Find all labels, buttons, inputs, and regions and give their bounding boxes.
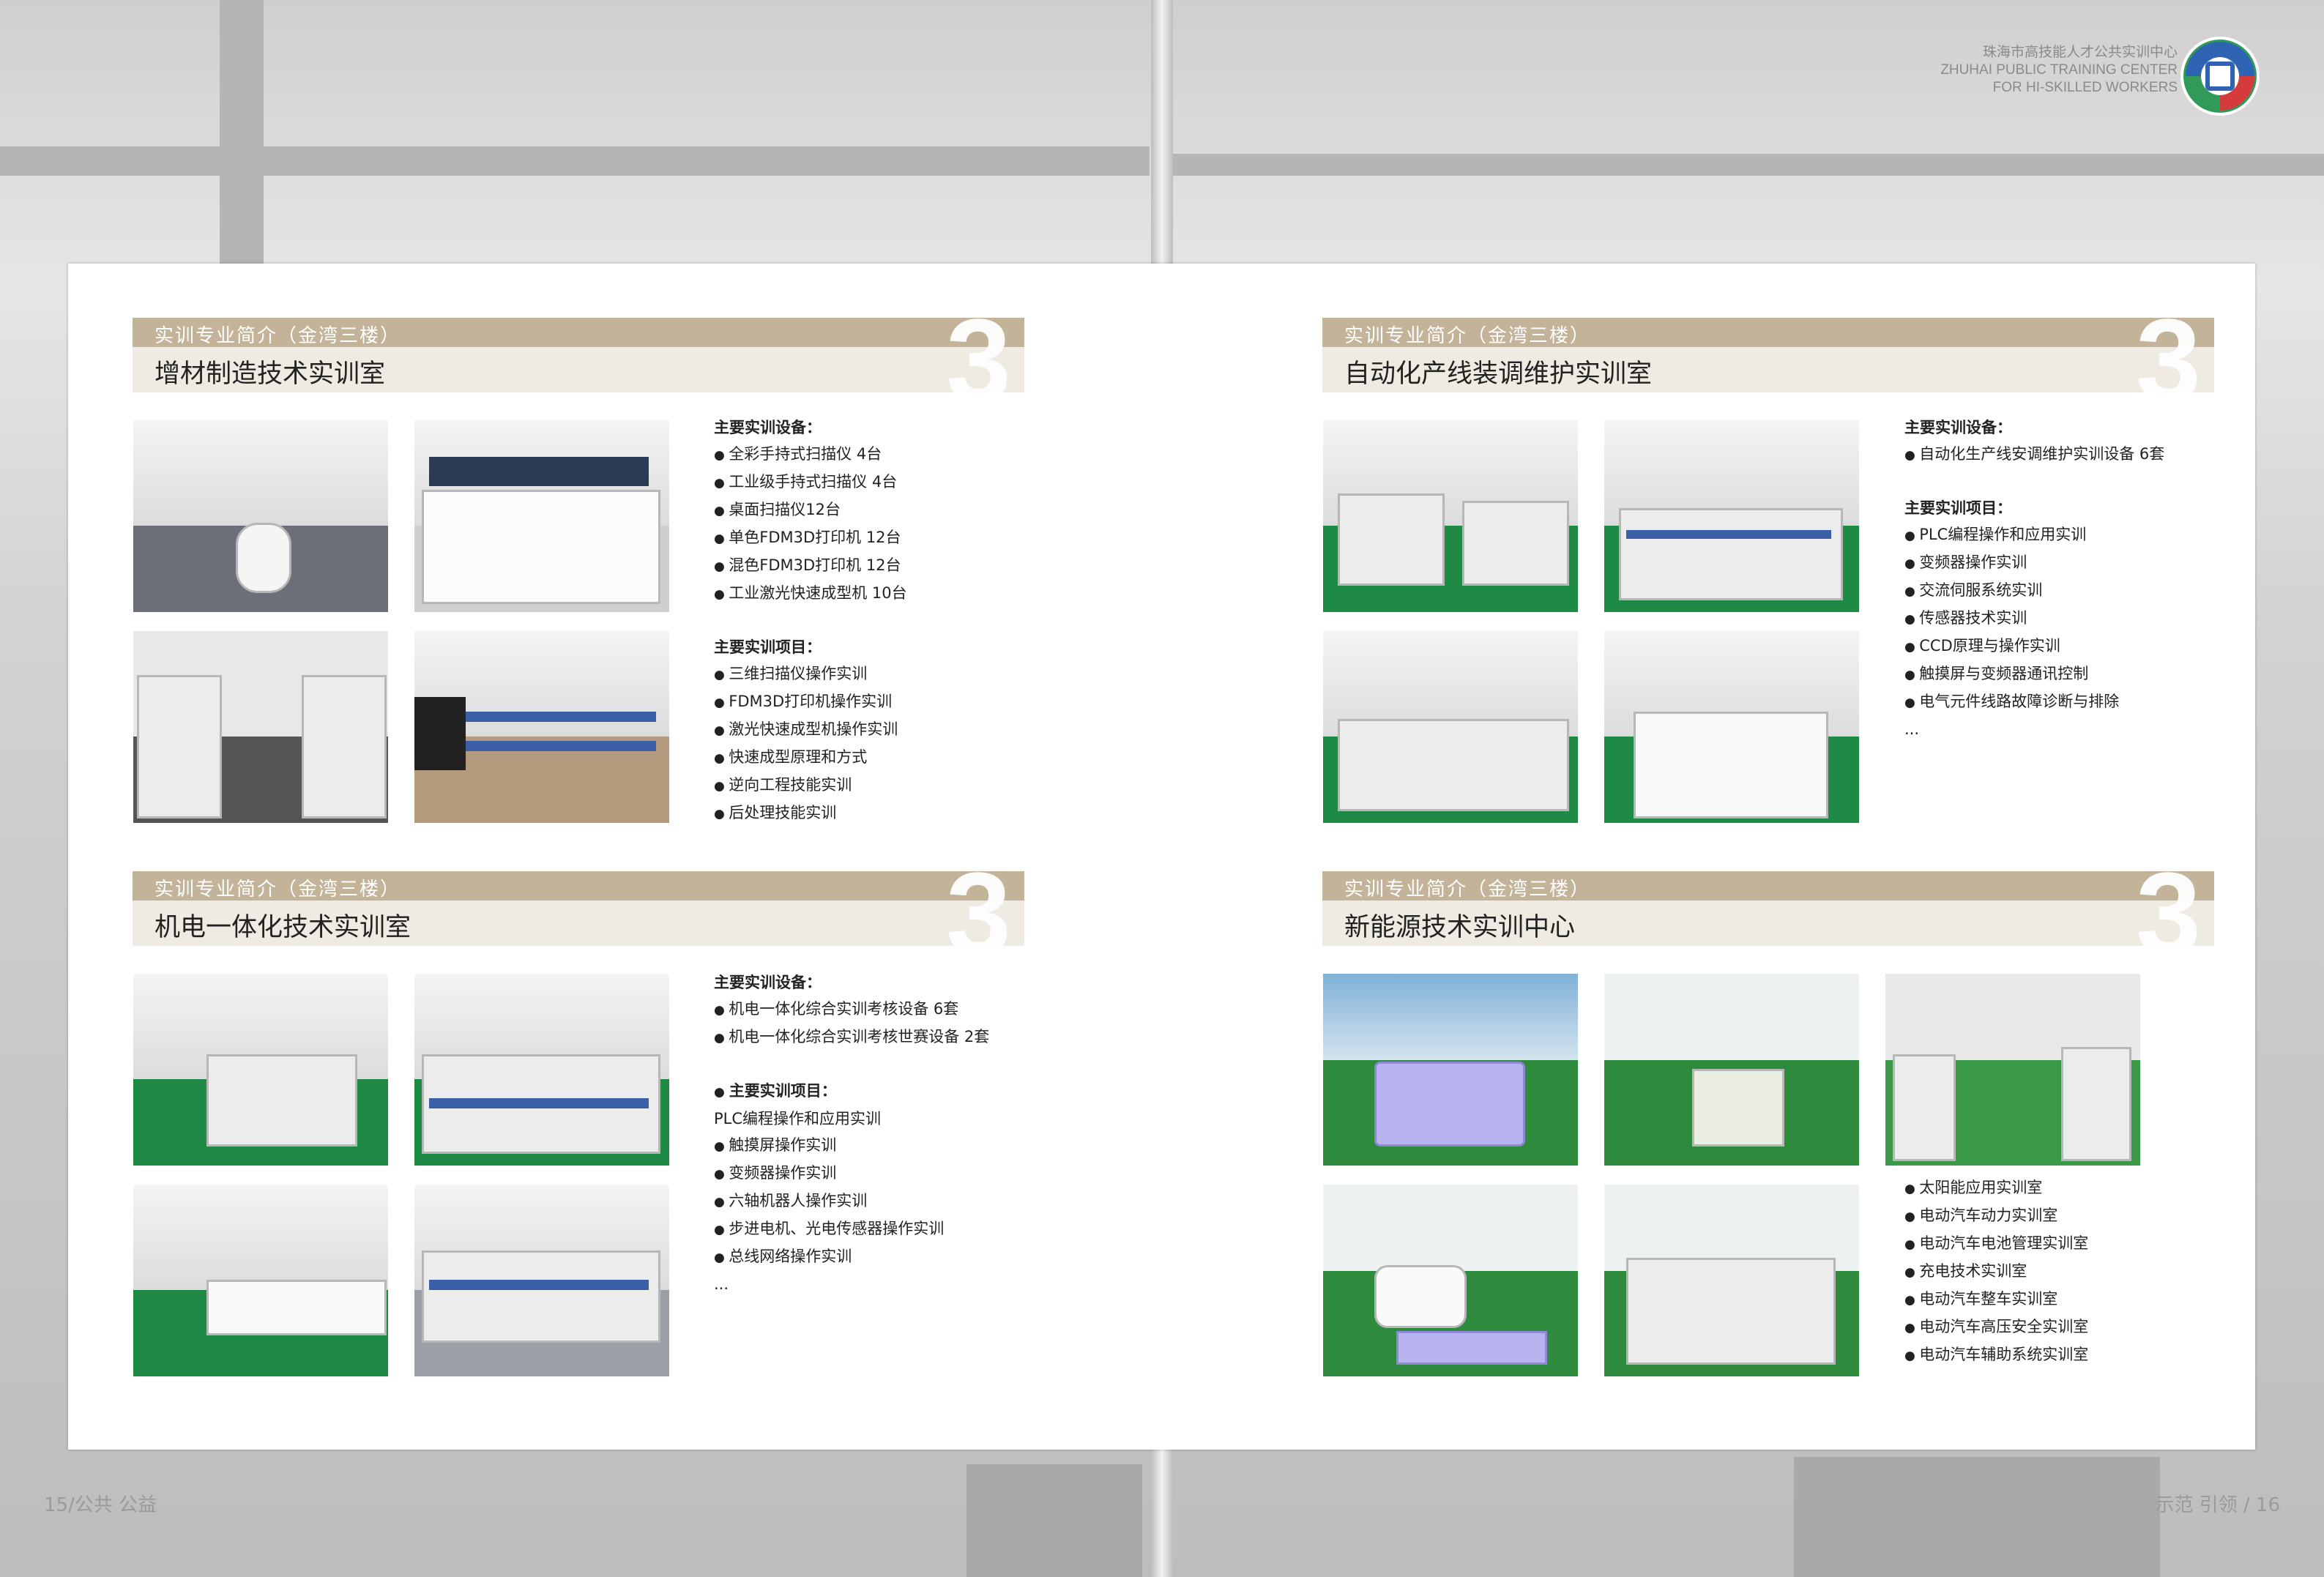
- bench: [1794, 1457, 2160, 1577]
- photo-automation-4: [1604, 631, 1859, 823]
- org-name: 珠海市高技能人才公共实训中心 ZHUHAI PUBLIC TRAINING CE…: [1940, 44, 2178, 97]
- section-number: 3: [2136, 318, 2201, 392]
- photo-new-energy-3: [1885, 974, 2140, 1166]
- list-heading: 主要实训项目：: [1904, 499, 2012, 517]
- section-banner: 实训专业简介（金湾三楼） 增材制造技术实训室 3: [133, 318, 1024, 392]
- section-subtitle: 实训专业简介（金湾三楼）: [154, 325, 401, 347]
- list-item: 电动汽车高压安全实训室: [1904, 1313, 2088, 1341]
- list-item: 六轴机器人操作实训: [714, 1188, 989, 1215]
- list-item: 交流伺服系统实训: [1904, 577, 2164, 605]
- list-heading: 主要实训项目：: [714, 1078, 989, 1106]
- section-banner: 实训专业简介（金湾三楼） 自动化产线装调维护实训室 3: [1322, 318, 2214, 392]
- list-heading: 主要实训设备：: [714, 974, 822, 991]
- section-title: 增材制造技术实训室: [154, 359, 386, 389]
- photo-showroom: [133, 420, 388, 612]
- photo-mechatronics-3: [133, 1185, 388, 1376]
- list-item: 充电技术实训室: [1904, 1258, 2088, 1286]
- list-item: 电气元件线路故障诊断与排除: [1904, 688, 2164, 716]
- photo-mechatronics-4: [414, 1185, 669, 1376]
- list-item: CCD原理与操作实训: [1904, 633, 2164, 660]
- text-additive: 主要实训设备： 全彩手持式扫描仪 4台工业级手持式扫描仪 4台桌面扫描仪12台单色…: [714, 414, 907, 827]
- list-item: 自动化生产线安调维护实训设备 6套: [1904, 441, 2164, 469]
- photo-mechatronics-1: [133, 974, 388, 1166]
- ceiling-beam: [0, 146, 1150, 176]
- list-item: 工业级手持式扫描仪 4台: [714, 469, 907, 496]
- photo-new-energy-4: [1323, 1185, 1578, 1376]
- section-title: 自动化产线装调维护实训室: [1344, 359, 1653, 389]
- ceiling-pipe: [220, 0, 264, 264]
- org-name-en-2: FOR HI-SKILLED WORKERS: [1992, 80, 2178, 95]
- org-name-cn: 珠海市高技能人才公共实训中心: [1982, 45, 2178, 60]
- list-item: 电动汽车辅助系统实训室: [1904, 1341, 2088, 1369]
- section-subtitle: 实训专业简介（金湾三楼）: [1344, 325, 1591, 347]
- list-item: 工业激光快速成型机 10台: [714, 580, 906, 608]
- list-item: 太阳能应用实训室: [1904, 1174, 2088, 1202]
- logo-icon: [2180, 37, 2260, 116]
- photo-automation-3: [1323, 631, 1578, 823]
- photo-new-energy-2: [1604, 974, 1859, 1166]
- list-item: 快速成型原理和方式: [714, 744, 907, 772]
- org-name-en-1: ZHUHAI PUBLIC TRAINING CENTER: [1940, 62, 2178, 78]
- list-item: ...: [1904, 720, 1920, 738]
- footer-right: 示范 引领 / 16: [2155, 1494, 2280, 1516]
- list-heading: 主要实训项目：: [714, 638, 822, 656]
- list-heading: 主要实训设备：: [1904, 419, 2012, 436]
- list-item: 激光快速成型机操作实训: [714, 716, 907, 744]
- section-banner: 实训专业简介（金湾三楼） 机电一体化技术实训室 3: [133, 871, 1024, 946]
- list-item: 变频器操作实训: [714, 1160, 989, 1188]
- bench: [967, 1464, 1142, 1577]
- list-item: 电动汽车动力实训室: [1904, 1202, 2088, 1230]
- photo-new-energy-1: [1323, 974, 1578, 1166]
- list-item: 后处理技能实训: [714, 799, 907, 827]
- list-item: 机电一体化综合实训考核设备 6套: [714, 996, 989, 1024]
- list-item: 单色FDM3D打印机 12台: [714, 524, 907, 552]
- list-item: PLC编程操作和应用实训: [714, 1110, 882, 1127]
- text-new-energy: 太阳能应用实训室电动汽车动力实训室电动汽车电池管理实训室充电技术实训室电动汽车整…: [1904, 1174, 2088, 1369]
- photo-automation-1: [1323, 420, 1578, 612]
- content-panel: 实训专业简介（金湾三楼） 增材制造技术实训室 3 主要实训设备： 全彩手持式扫描仪…: [68, 264, 2255, 1450]
- list-item: 触摸屏与变频器通讯控制: [1904, 660, 2164, 688]
- list-item: 变频器操作实训: [1904, 549, 2164, 577]
- section-subtitle: 实训专业简介（金湾三楼）: [154, 879, 401, 901]
- list-item: 电动汽车电池管理实训室: [1904, 1230, 2088, 1258]
- section-subtitle: 实训专业简介（金湾三楼）: [1344, 879, 1591, 901]
- photo-new-energy-5: [1604, 1185, 1859, 1376]
- list-item: 桌面扫描仪12台: [714, 496, 907, 524]
- list-item: 传感器技术实训: [1904, 605, 2164, 633]
- list-item: 混色FDM3D打印机 12台: [714, 552, 907, 580]
- section-number: 3: [2136, 871, 2201, 946]
- section-banner: 实训专业简介（金湾三楼） 新能源技术实训中心 3: [1322, 871, 2214, 946]
- photo-automation-2: [1604, 420, 1859, 612]
- photo-printer-shelves: [414, 420, 669, 612]
- list-item: 总线网络操作实训: [714, 1243, 989, 1271]
- photo-classroom: [414, 631, 669, 823]
- photo-mechatronics-2: [414, 974, 669, 1166]
- photo-laser-machines: [133, 631, 388, 823]
- section-number: 3: [946, 871, 1011, 946]
- list-item: 逆向工程技能实训: [714, 772, 907, 799]
- list-item: PLC编程操作和应用实训: [1904, 521, 2164, 549]
- list-heading: 主要实训设备：: [714, 419, 822, 436]
- list-item: 电动汽车整车实训室: [1904, 1286, 2088, 1313]
- list-item: 机电一体化综合实训考核世赛设备 2套: [714, 1024, 989, 1051]
- section-number: 3: [946, 318, 1011, 392]
- text-mechatronics: 主要实训设备： 机电一体化综合实训考核设备 6套机电一体化综合实训考核世赛设备 2…: [714, 969, 989, 1297]
- list-item: 步进电机、光电传感器操作实训: [714, 1215, 989, 1243]
- list-item: 触摸屏操作实训: [714, 1132, 989, 1160]
- list-item: 全彩手持式扫描仪 4台: [714, 441, 907, 469]
- list-item: FDM3D打印机操作实训: [714, 688, 907, 716]
- ceiling-beam: [1172, 154, 2324, 176]
- section-title: 机电一体化技术实训室: [154, 913, 411, 942]
- list-item: 三维扫描仪操作实训: [714, 660, 907, 688]
- text-automation: 主要实训设备： 自动化生产线安调维护实训设备 6套主要实训项目： PLC编程操作和应…: [1904, 414, 2164, 742]
- list-item: ...: [714, 1275, 729, 1293]
- footer-left: 15/公共 公益: [44, 1494, 157, 1516]
- section-title: 新能源技术实训中心: [1344, 913, 1576, 942]
